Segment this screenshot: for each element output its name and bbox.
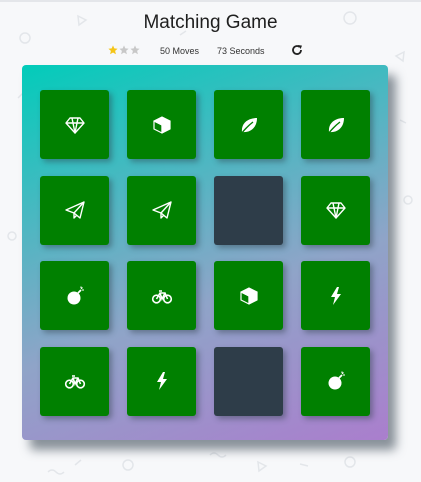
star-rating	[108, 45, 140, 55]
top-border	[0, 0, 421, 2]
card-bicycle[interactable]	[127, 261, 196, 330]
paper-plane-icon	[151, 201, 172, 219]
diamond-icon	[325, 202, 346, 219]
card-bolt[interactable]	[127, 346, 196, 416]
star-icon	[119, 45, 129, 55]
bomb-icon	[328, 371, 345, 390]
card-leaf[interactable]	[214, 90, 283, 159]
diamond-icon	[64, 116, 85, 134]
card-hidden[interactable]	[214, 175, 283, 245]
bomb-icon	[67, 286, 84, 304]
card-diamond[interactable]	[301, 175, 370, 245]
cube-icon	[152, 115, 171, 134]
leaf-icon	[239, 117, 257, 134]
paper-plane-icon	[64, 201, 85, 219]
card-bomb[interactable]	[40, 261, 109, 330]
timer: 73 Seconds	[217, 46, 265, 56]
card-paper-plane[interactable]	[40, 175, 109, 245]
bolt-icon	[156, 372, 167, 390]
card-paper-plane[interactable]	[127, 175, 196, 245]
card-cube[interactable]	[214, 261, 283, 330]
card-deck	[22, 65, 388, 440]
bicycle-icon	[64, 375, 85, 389]
cube-icon	[239, 286, 258, 305]
card-bomb[interactable]	[301, 346, 370, 416]
score-panel: 50 Moves 73 Seconds	[0, 44, 421, 60]
star-icon	[130, 45, 140, 55]
bicycle-icon	[151, 289, 172, 304]
card-hidden[interactable]	[214, 346, 283, 416]
card-leaf[interactable]	[301, 90, 370, 159]
restart-icon[interactable]	[291, 44, 303, 56]
leaf-icon	[326, 117, 344, 134]
moves-counter: 50 Moves	[160, 46, 200, 56]
card-diamond[interactable]	[40, 90, 109, 159]
game-title: Matching Game	[143, 12, 278, 33]
card-bolt[interactable]	[301, 261, 370, 330]
card-cube[interactable]	[127, 90, 196, 159]
star-icon	[108, 45, 118, 55]
card-bicycle[interactable]	[40, 346, 109, 416]
bolt-icon	[330, 286, 341, 305]
